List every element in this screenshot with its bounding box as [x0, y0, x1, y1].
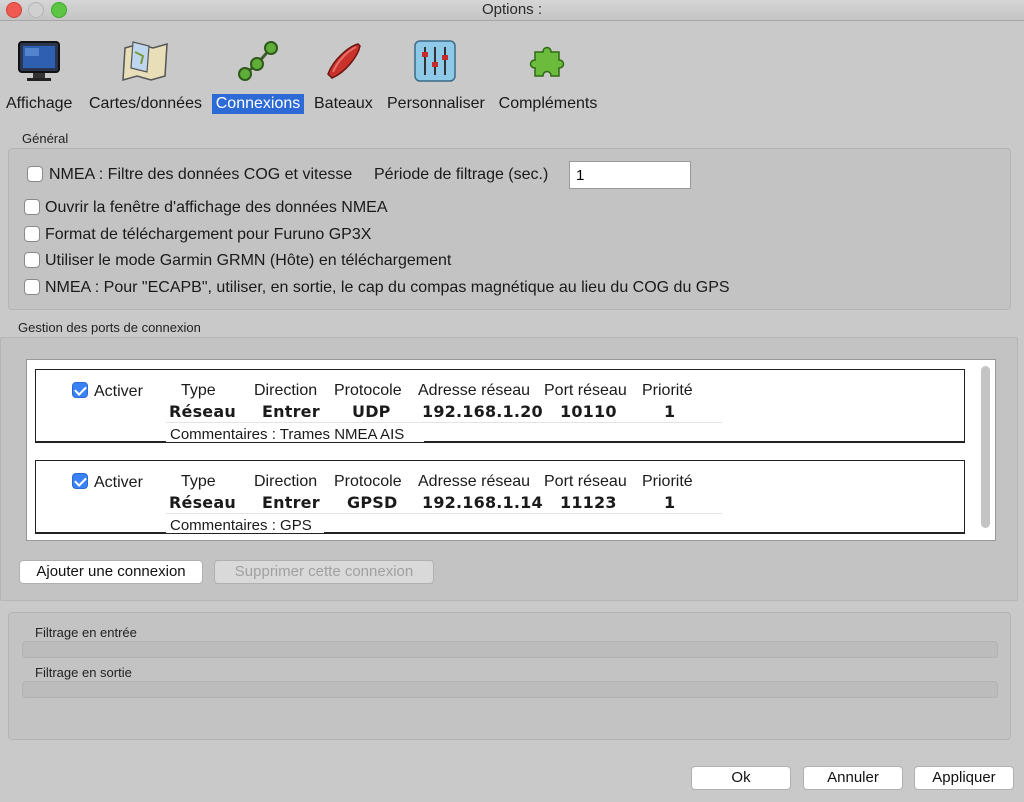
tab-complements[interactable]: Compléments [496, 36, 600, 112]
filter-period-label: Période de filtrage (sec.) [374, 166, 549, 183]
tab-label: Personnaliser [387, 95, 485, 112]
priority-header: Priorité [642, 382, 693, 399]
tab-bateaux[interactable]: Bateaux [312, 36, 374, 112]
priority-value: 1 [664, 402, 676, 421]
monitor-icon [4, 36, 74, 86]
type-value: Réseau [169, 402, 236, 421]
direction-value: Entrer [262, 493, 320, 512]
enable-checkbox[interactable] [72, 382, 88, 398]
protocol-value: GPSD [347, 493, 398, 512]
open-nmea-window-checkbox[interactable] [24, 199, 40, 215]
connections-list: Activer Type Direction Protocole Adresse… [26, 359, 996, 541]
comment-underline-left [36, 532, 166, 533]
priority-header: Priorité [642, 473, 693, 490]
output-filtering-label: Filtrage en sortie [35, 665, 132, 680]
nmea-filter-label: NMEA : Filtre des données COG et vitesse [49, 166, 353, 183]
filtering-group [8, 612, 1011, 740]
connections-icon [212, 36, 304, 86]
priority-value: 1 [664, 493, 676, 512]
connection-entry[interactable]: Activer Type Direction Protocole Adresse… [35, 460, 965, 534]
ecapb-checkbox[interactable] [24, 279, 40, 295]
input-filtering-field[interactable] [22, 641, 998, 658]
enable-label: Activer [94, 474, 143, 491]
ok-button[interactable]: Ok [691, 766, 791, 790]
type-header: Type [181, 382, 216, 399]
enable-checkbox[interactable] [72, 473, 88, 489]
open-nmea-window-label: Ouvrir la fenêtre d'affichage des donnée… [45, 199, 388, 216]
comment-underline-right [324, 532, 964, 533]
direction-value: Entrer [262, 402, 320, 421]
port-header: Port réseau [544, 473, 627, 490]
output-filtering-field[interactable] [22, 681, 998, 698]
value-underline [166, 422, 722, 423]
ports-section-title: Gestion des ports de connexion [18, 320, 201, 335]
boat-icon [312, 36, 374, 86]
ecapb-label: NMEA : Pour "ECAPB", utiliser, en sortie… [45, 279, 730, 296]
connection-entry[interactable]: Activer Type Direction Protocole Adresse… [35, 369, 965, 443]
charts-icon [87, 36, 203, 86]
general-section-title: Général [22, 131, 69, 146]
protocol-value: UDP [352, 402, 391, 421]
tab-label: Cartes/données [89, 95, 202, 112]
tab-personnaliser[interactable]: Personnaliser [385, 36, 485, 112]
enable-label: Activer [94, 383, 143, 400]
tab-label: Connexions [212, 94, 304, 114]
direction-header: Direction [254, 473, 318, 490]
port-header: Port réseau [544, 382, 627, 399]
connections-scrollbar[interactable] [981, 366, 990, 528]
tab-label: Compléments [498, 95, 598, 112]
nmea-filter-checkbox[interactable] [27, 166, 43, 182]
tab-connexions[interactable]: Connexions [212, 36, 304, 114]
add-connection-button[interactable]: Ajouter une connexion [19, 560, 203, 584]
furuno-format-checkbox[interactable] [24, 226, 40, 242]
type-header: Type [181, 473, 216, 490]
protocol-header: Protocole [334, 382, 402, 399]
port-value: 10110 [560, 402, 617, 421]
filter-period-input[interactable] [569, 161, 691, 189]
comment-underline-right [424, 441, 964, 442]
address-value: 192.168.1.20 [422, 402, 543, 421]
value-underline [166, 513, 722, 514]
address-value: 192.168.1.14 [422, 493, 543, 512]
title-bar: Options : [0, 0, 1024, 21]
garmin-grmn-checkbox[interactable] [24, 252, 40, 268]
furuno-format-label: Format de téléchargement pour Furuno GP3… [45, 226, 372, 243]
sliders-icon [385, 36, 485, 86]
direction-header: Direction [254, 382, 318, 399]
address-header: Adresse réseau [418, 473, 531, 490]
port-value: 11123 [560, 493, 617, 512]
address-header: Adresse réseau [418, 382, 531, 399]
remove-connection-button[interactable]: Supprimer cette connexion [214, 560, 434, 584]
comment-underline-left [36, 441, 166, 442]
cancel-button[interactable]: Annuler [803, 766, 903, 790]
garmin-grmn-label: Utiliser le mode Garmin GRMN (Hôte) en t… [45, 252, 452, 269]
comment-text: Commentaires : Trames NMEA AIS [170, 426, 405, 443]
puzzle-icon [496, 36, 600, 86]
window-title: Options : [481, 1, 543, 18]
tab-cartes-donnees[interactable]: Cartes/données [87, 36, 203, 112]
type-value: Réseau [169, 493, 236, 512]
tab-affichage[interactable]: Affichage [4, 36, 74, 112]
tab-label: Bateaux [314, 95, 373, 112]
apply-button[interactable]: Appliquer [914, 766, 1014, 790]
tab-label: Affichage [6, 95, 73, 112]
protocol-header: Protocole [334, 473, 402, 490]
input-filtering-label: Filtrage en entrée [35, 625, 137, 640]
comment-text: Commentaires : GPS [170, 517, 312, 534]
